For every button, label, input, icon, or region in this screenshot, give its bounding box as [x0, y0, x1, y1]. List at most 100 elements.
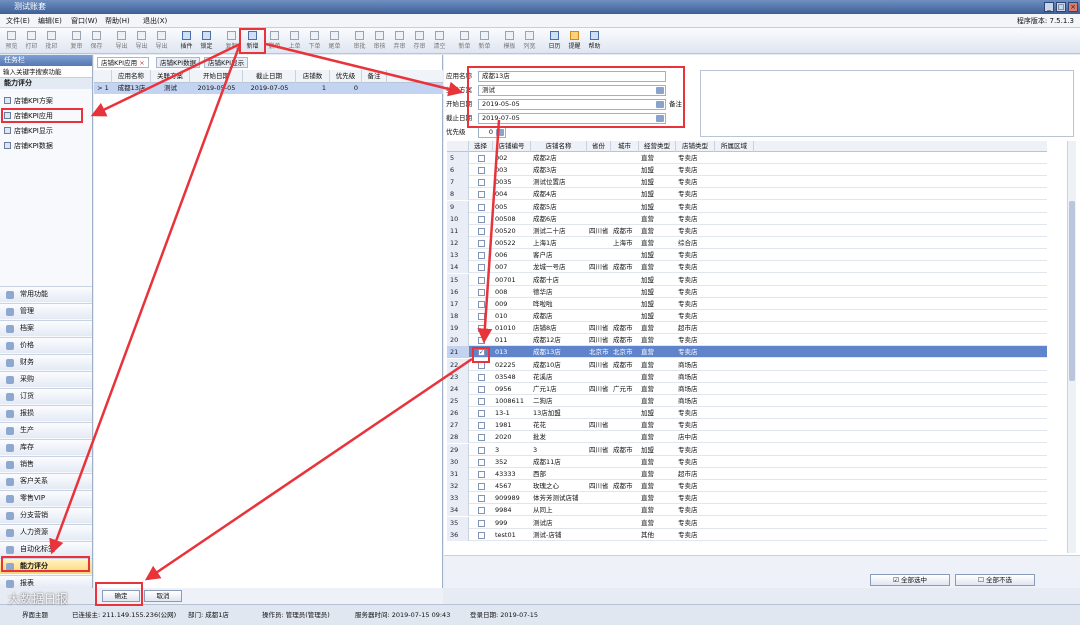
select-checkbox[interactable] [478, 483, 485, 491]
nav-sales[interactable]: 销售 [0, 456, 92, 472]
table-row[interactable]: 5 002 成都2店 直营 专卖店 [447, 152, 1047, 164]
new-bill-button-1[interactable]: 新单 [456, 30, 473, 53]
audit-button[interactable]: 审核 [371, 30, 388, 53]
col-remark[interactable]: 备注 [362, 70, 387, 83]
select-checkbox[interactable] [478, 203, 485, 211]
close-icon[interactable]: × [139, 59, 144, 67]
select-checkbox[interactable] [478, 155, 485, 162]
table-row[interactable]: 19 01010 店铺8店 四川省 成都市 直营 超市店 [447, 322, 1047, 335]
table-row[interactable]: 15 00701 成都十店 加盟 专卖店 [447, 273, 1047, 286]
tab-kpi-data[interactable]: 店铺KPI数据 [156, 57, 201, 68]
spin-icon[interactable] [496, 129, 504, 136]
select-checkbox[interactable] [478, 410, 485, 418]
save-audit-button[interactable]: 存审 [411, 30, 428, 53]
select-checkbox[interactable] [478, 507, 485, 515]
select-checkbox[interactable] [478, 373, 485, 381]
col-end-date[interactable]: 截止日期 [243, 70, 296, 83]
nav-customer[interactable]: 客户关系 [0, 473, 92, 489]
close-icon[interactable]: × [1068, 2, 1078, 12]
table-row[interactable]: 13 006 客户店 加盟 专卖店 [447, 249, 1047, 262]
select-checkbox[interactable] [478, 300, 485, 308]
calendar-button[interactable]: 日历 [546, 30, 563, 53]
table-row[interactable]: 10 00508 成都6店 直营 专卖店 [447, 212, 1047, 225]
nav-inventory[interactable]: 库存 [0, 439, 92, 455]
table-row[interactable]: 34 9984 从同上 直营 专卖店 [447, 504, 1047, 517]
nav-report[interactable]: 报表 [0, 575, 92, 588]
table-row[interactable]: 33 909989 体芳芳测试店铺 直营 专卖店 [447, 492, 1047, 505]
review-button[interactable]: 复审 [68, 30, 85, 53]
select-checkbox[interactable] [478, 276, 485, 284]
reminder-button[interactable]: 提醒 [566, 30, 583, 53]
select-checkbox[interactable] [478, 240, 485, 248]
menu-file[interactable]: 文件(E) [6, 14, 30, 28]
col-priority[interactable]: 优先级 [330, 70, 362, 83]
table-row[interactable]: 8 004 成都4店 加盟 专卖店 [447, 188, 1047, 201]
new-bill-button-2[interactable]: 新单 [476, 30, 493, 53]
nav-price[interactable]: 价格 [0, 337, 92, 353]
select-checkbox[interactable] [478, 167, 485, 175]
unaudit-button[interactable]: 弃审 [391, 30, 408, 53]
save-button[interactable]: 保存 [88, 30, 105, 53]
delete-button[interactable]: 删单 [266, 30, 283, 53]
table-row[interactable]: 26 13-1 13店加盟 加盟 专卖店 [447, 407, 1047, 420]
select-checkbox[interactable] [478, 422, 485, 430]
table-row[interactable]: 6 003 成都3店 加盟 专卖店 [447, 164, 1047, 177]
deselect-all-button[interactable]: ☐ 全部不选 [955, 574, 1035, 586]
select-checkbox[interactable] [478, 446, 485, 454]
prev-button[interactable]: 上单 [286, 30, 303, 53]
select-checkbox[interactable] [478, 191, 485, 199]
cancel-button[interactable]: 取消 [144, 590, 182, 602]
menu-edit[interactable]: 编辑(E) [38, 14, 62, 28]
select-checkbox[interactable] [478, 312, 485, 320]
table-row[interactable]: 14 007 龙城一号店 四川省 成都市 直营 专卖店 [447, 261, 1047, 274]
scrollbar-thumb[interactable] [1069, 201, 1075, 381]
table-row[interactable]: 9 005 成都5店 加盟 专卖店 [447, 200, 1047, 213]
table-row[interactable]: 12 00522 上海1店 上海市 直营 综合店 [447, 237, 1047, 250]
clear-button[interactable]: 清空 [431, 30, 448, 53]
select-checkbox[interactable] [478, 179, 485, 187]
select-checkbox[interactable] [478, 470, 485, 478]
col-shop-name[interactable]: 店铺名称 [531, 141, 587, 152]
maximize-icon[interactable]: □ [1056, 2, 1066, 12]
nav-marketing[interactable]: 分支营销 [0, 507, 92, 523]
nav-archive[interactable]: 档案 [0, 320, 92, 336]
export-button-1[interactable]: 导出 [113, 30, 130, 53]
select-checkbox[interactable] [478, 398, 485, 405]
table-row[interactable]: 11 00520 测试二十店 四川省 成都市 直营 专卖店 [447, 224, 1047, 237]
tab-kpi-display[interactable]: 店铺KPI显示 [204, 57, 249, 68]
nav-purchase[interactable]: 采购 [0, 371, 92, 387]
table-row[interactable]: 23 03548 花溪店 直营 商场店 [447, 370, 1047, 383]
col-shop-type[interactable]: 店铺类型 [676, 141, 715, 152]
table-row[interactable]: 28 2020 批发 直营 店中店 [447, 431, 1047, 444]
table-row[interactable]: 36 test01 测试-店铺 其他 专卖店 [447, 528, 1047, 541]
table-row[interactable]: 21 ✓ 013 成都13店 北京市 北京市 直营 专卖店 [447, 346, 1047, 359]
nav-retail-vip[interactable]: 零售VIP [0, 490, 92, 506]
minimize-icon[interactable]: _ [1044, 2, 1054, 12]
select-checkbox[interactable] [478, 458, 485, 466]
table-row[interactable]: 17 009 哗啦啦 加盟 专卖店 [447, 297, 1047, 310]
col-app-name[interactable]: 应用名称 [112, 70, 151, 83]
select-checkbox[interactable] [478, 519, 485, 527]
nav-production[interactable]: 生产 [0, 422, 92, 438]
table-row[interactable]: 20 011 成都12店 四川省 成都市 直营 专卖店 [447, 334, 1047, 347]
table-row[interactable]: 30 352 成都11店 直营 专卖店 [447, 455, 1047, 468]
select-checkbox[interactable] [478, 252, 485, 260]
select-checkbox[interactable] [478, 264, 485, 272]
menu-exit[interactable]: 退出(X) [143, 14, 167, 28]
column-width-button[interactable]: 列宽 [521, 30, 538, 53]
col-province[interactable]: 省份 [587, 141, 611, 152]
select-checkbox[interactable] [478, 215, 485, 223]
col-city[interactable]: 城市 [611, 141, 639, 152]
table-row[interactable]: 31 43333 西部 直营 超市店 [447, 467, 1047, 480]
table-row[interactable]: 7 0035 测试位置店 加盟 专卖店 [447, 176, 1047, 189]
col-scheme[interactable]: 关联方案 [151, 70, 190, 83]
copy-button[interactable]: 复制 [223, 30, 240, 53]
table-row[interactable]: 25 1008611 二狗店 直营 商场店 [447, 395, 1047, 407]
col-region[interactable]: 所属区域 [715, 141, 754, 152]
table-row[interactable]: 32 4567 玫瑰之心 四川省 成都市 直营 专卖店 [447, 480, 1047, 493]
tree-item-kpi-display[interactable]: 店铺KPI显示 [4, 125, 53, 137]
table-row[interactable]: 29 3 3 四川省 成都市 加盟 专卖店 [447, 443, 1047, 456]
approve-button[interactable]: 审批 [351, 30, 368, 53]
table-row[interactable]: 27 1981 花花 四川省 直营 专卖店 [447, 419, 1047, 432]
lock-button[interactable]: 锁定 [198, 30, 215, 53]
